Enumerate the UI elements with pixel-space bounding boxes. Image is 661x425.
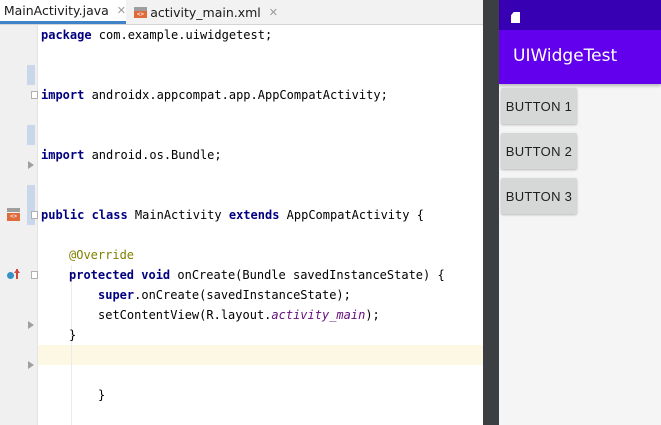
tab-label: activity_main.xml <box>150 4 261 20</box>
current-line-highlight <box>38 345 483 365</box>
code-line-import-appcompat: import androidx.appcompat.app.AppCompatA… <box>41 88 388 102</box>
fold-icon[interactable] <box>28 361 34 369</box>
emulator-screen: UIWidgeTest BUTTON 1 BUTTON 2 BUTTON 3 <box>499 0 661 425</box>
close-icon[interactable]: ✕ <box>117 4 126 17</box>
code-line-set-content-view: setContentView(R.layout.activity_main); <box>98 308 380 322</box>
button-1[interactable]: BUTTON 1 <box>501 88 577 124</box>
tab-mainactivity-java[interactable]: MainActivity.java ✕ <box>0 0 126 24</box>
fold-icon[interactable] <box>31 211 38 219</box>
fold-icon[interactable] <box>28 321 34 329</box>
app-bar: UIWidgeTest <box>499 30 661 84</box>
indent-guide <box>71 265 72 425</box>
app-title: UIWidgeTest <box>513 46 618 66</box>
fold-icon[interactable] <box>31 91 38 99</box>
fold-icon[interactable] <box>28 161 34 169</box>
code-line-oncreate-signature: protected void onCreate(Bundle savedInst… <box>69 268 445 282</box>
change-marker <box>27 65 35 85</box>
override-gutter-icon[interactable] <box>7 269 21 281</box>
code-line-close-brace: } <box>98 388 106 402</box>
tab-activity-main-xml[interactable]: <> activity_main.xml ✕ <box>130 0 278 24</box>
editor-tab-bar: MainActivity.java ✕ <> activity_main.xml… <box>0 0 483 25</box>
status-bar <box>499 0 661 30</box>
code-line-package: package com.example.uiwidgetest; <box>41 28 273 42</box>
fold-icon[interactable] <box>31 271 38 279</box>
editor-gutter: <> <box>0 25 38 425</box>
code-line-override-annotation: @Override <box>69 248 135 262</box>
change-marker <box>27 125 35 145</box>
code-editor-window: MainActivity.java ✕ <> activity_main.xml… <box>0 0 483 425</box>
button-3[interactable]: BUTTON 3 <box>501 178 577 214</box>
code-line-import-bundle: import android.os.Bundle; <box>41 148 222 162</box>
close-icon[interactable]: ✕ <box>269 6 278 19</box>
code-line-method-close-brace: } <box>69 328 77 342</box>
code-line-super-call: super.onCreate(savedInstanceState); <box>98 288 351 302</box>
code-area[interactable]: package com.example.uiwidgetest; import … <box>38 25 483 425</box>
window-divider <box>483 0 499 425</box>
button-2[interactable]: BUTTON 2 <box>501 133 577 169</box>
layout-link-icon[interactable]: <> <box>7 208 20 222</box>
change-marker <box>27 185 35 225</box>
code-line-class-declaration: public class MainActivity extends AppCom… <box>41 208 424 222</box>
tab-label: MainActivity.java <box>3 3 109 18</box>
xml-file-icon: <> <box>134 6 147 18</box>
sim-card-icon <box>511 12 520 23</box>
